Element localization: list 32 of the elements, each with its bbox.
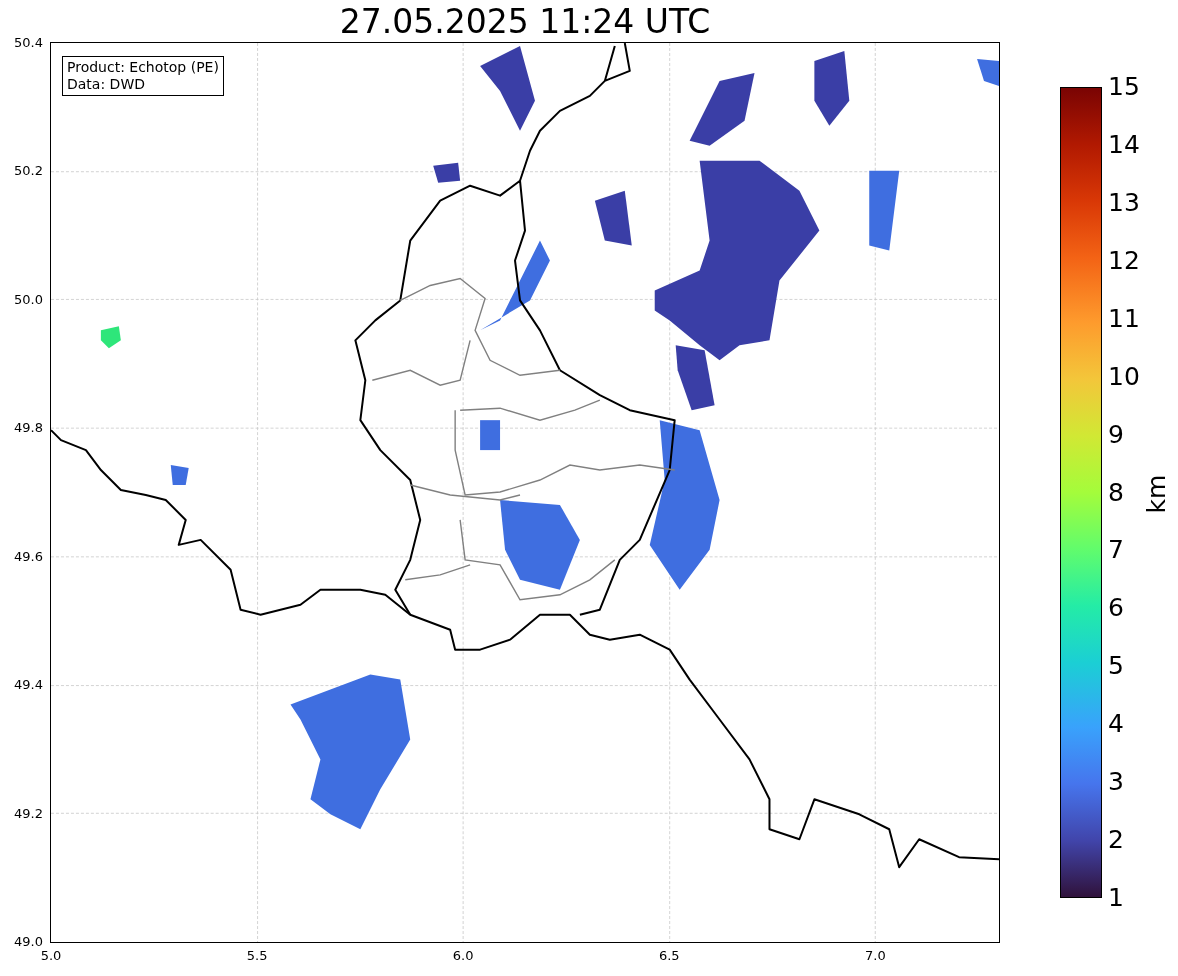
y-tick-label: 50.2 [14, 163, 43, 180]
colorbar-tick-label: 15 [1108, 73, 1140, 101]
y-tick-label: 49.0 [14, 934, 43, 950]
colorbar-tick-label: 12 [1108, 246, 1140, 275]
x-tick-label: 5.0 [40, 948, 62, 964]
colorbar-tick-label: 11 [1108, 304, 1140, 333]
colorbar-tick-label: 1 [1108, 884, 1124, 912]
colorbar-tick-label: 3 [1108, 768, 1124, 797]
colorbar-tick-label: 9 [1108, 420, 1124, 449]
x-tick-label: 7.0 [865, 948, 886, 964]
y-tick-label: 49.6 [14, 548, 43, 565]
x-tick-label: 5.5 [246, 948, 268, 964]
legend-text: Product: Echotop (PE) [67, 59, 219, 76]
colorbar-tick-label: 5 [1108, 652, 1124, 681]
y-tick-label: 49.8 [14, 420, 43, 437]
colorbar-tick-label: 6 [1108, 594, 1124, 623]
colorbar-tick-label: 7 [1108, 536, 1124, 565]
colorbar-label: km [1143, 474, 1172, 514]
x-tick-label: 6.0 [452, 948, 474, 964]
colorbar-tick-label: 10 [1108, 362, 1140, 391]
chart-title: 27.05.2025 11:24 UTC [338, 2, 712, 42]
legend-text: Data: DWD [67, 76, 146, 93]
colorbar-tick-label: 13 [1108, 188, 1140, 217]
y-tick-label: 50.0 [14, 291, 43, 308]
colorbar-tick-label: 8 [1108, 478, 1124, 507]
x-tick-label: 6.5 [658, 948, 680, 964]
colorbar-tick-label: 14 [1108, 130, 1140, 159]
y-tick-label: 50.4 [14, 35, 43, 51]
y-tick-label: 49.2 [14, 805, 43, 822]
colorbar-tick-label: 4 [1108, 710, 1124, 739]
colorbar-tick-label: 2 [1108, 826, 1124, 855]
y-tick-label: 49.4 [14, 677, 43, 694]
